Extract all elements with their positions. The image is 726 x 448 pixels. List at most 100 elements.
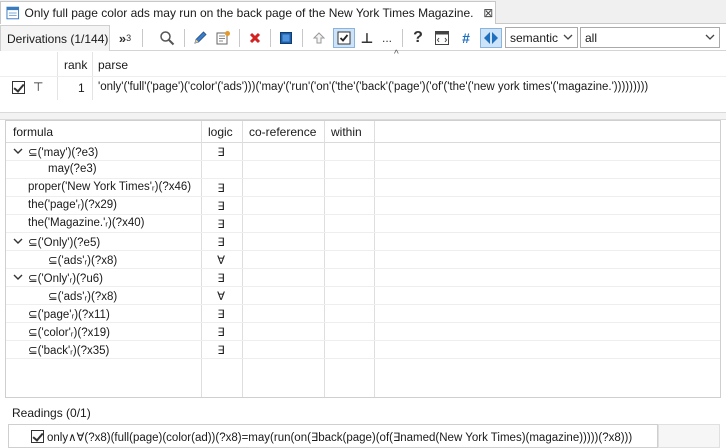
logic-cell: ∃ (217, 147, 225, 159)
tab-derivations-label: Derivations (1/144) (7, 31, 109, 46)
toolbar-separator (302, 29, 303, 47)
superscript-button[interactable]: » 3 (114, 28, 136, 48)
column-header-rank[interactable]: rank (64, 58, 87, 72)
annotate-button[interactable] (213, 28, 233, 48)
formula-row[interactable]: ⊆('back'ᵣ)(?x35) ∃ (6, 341, 720, 359)
turnstile-button[interactable]: ⊥ (358, 28, 376, 48)
formula-row[interactable]: ⊆('color'ᵣ)(?x19) ∃ (6, 323, 720, 341)
formula-cell: ⊆('may')(?e3) (28, 147, 99, 159)
formula-table-header: formula logic co-reference within (6, 121, 720, 143)
search-icon (160, 31, 175, 46)
toolbar-separator (142, 29, 143, 47)
document-icon (6, 6, 20, 20)
editor-tab-title: Only full page color ads may run on the … (24, 6, 474, 20)
superscript-sub: 3 (126, 33, 132, 43)
logic-cell: ∃ (217, 327, 225, 339)
formula-cell: the('Magazine.'ᵣ)(?x40) (28, 217, 145, 229)
move-up-button[interactable] (309, 28, 329, 48)
toolbar-separator (270, 29, 271, 47)
formula-cell: proper('New York Times'ᵣ)(?x46) (28, 181, 192, 193)
column-header-formula[interactable]: formula (13, 125, 53, 139)
split-view-button[interactable] (480, 28, 502, 48)
more-button[interactable]: ... (378, 28, 396, 48)
stop-icon (280, 32, 292, 44)
top-marker-icon: ⊤ (33, 80, 44, 94)
filter-select-value: all (585, 30, 598, 45)
delete-icon (249, 32, 261, 44)
formula-cell: ⊆('Only'ᵣ)(?u6) (28, 273, 103, 285)
formula-row[interactable]: ⊆('may')(?e3) ∃ (6, 143, 720, 161)
editor-tab[interactable]: Only full page color ads may run on the … (0, 1, 496, 24)
logic-cell: ∀ (217, 291, 225, 303)
formula-cell: ⊆('page'ᵣ)(?x11) (28, 309, 110, 321)
chevron-down-icon[interactable] (13, 236, 23, 246)
turnstile-icon: ⊥ (360, 29, 374, 46)
edit-button[interactable] (190, 28, 210, 48)
logic-cell: ∀ (217, 255, 225, 267)
editor-tab-strip: Only full page color ads may run on the … (0, 0, 726, 24)
toolbar-separator (239, 29, 240, 47)
parse-row[interactable]: ⊤ 1 'only'('full'('page')('color'('ads')… (0, 76, 726, 98)
check-toggle-button[interactable] (333, 28, 355, 48)
formula-cell: ⊆('back'ᵣ)(?x35) (28, 345, 110, 357)
mode-select[interactable]: semantic (505, 27, 578, 48)
split-arrows-icon (484, 32, 498, 44)
logic-cell: ∃ (217, 237, 225, 249)
delete-button[interactable] (245, 28, 265, 48)
parse-rank: 1 (78, 81, 85, 95)
formula-cell: ⊆('ads'ᵣ)(?x8) (48, 291, 118, 303)
readings-scrollbar[interactable] (658, 424, 720, 448)
toolbar-separator (184, 29, 185, 47)
superscript-label: » (118, 30, 127, 46)
formula-cell: ⊆('Only')(?e5) (28, 237, 101, 249)
reading-checkbox[interactable] (31, 430, 44, 443)
parse-row-checkbox[interactable] (12, 81, 25, 94)
more-label: ... (381, 31, 392, 45)
formula-row[interactable]: ⊆('page'ᵣ)(?x11) ∃ (6, 305, 720, 323)
help-icon: ? (413, 29, 423, 46)
pane-splitter[interactable] (0, 112, 726, 120)
hash-button[interactable]: # (457, 28, 475, 48)
formula-cell: ⊆('color'ᵣ)(?x19) (28, 327, 110, 339)
formula-row[interactable]: ⊆('ads'ᵣ)(?x8) ∀ (6, 287, 720, 305)
formula-cell: may(?e3) (48, 163, 97, 175)
window-icon (435, 31, 449, 45)
parse-text: 'only'('full'('page')('color'('ads')))('… (98, 81, 649, 93)
formula-row[interactable]: the('page'ᵣ)(?x29) ∃ (6, 197, 720, 215)
hash-icon: # (462, 30, 470, 46)
help-button[interactable]: ? (409, 28, 427, 48)
close-tab-icon[interactable]: ⊠ (481, 6, 495, 20)
filter-select[interactable]: all (580, 27, 720, 48)
reading-item[interactable]: only∧∀(?x8)(full(page)(color(ad))(?x8)=m… (8, 424, 658, 448)
tab-derivations[interactable]: Derivations (1/144) (0, 25, 110, 51)
formula-row[interactable]: ⊆('Only')(?e5) ∃ (6, 233, 720, 251)
chevron-down-icon[interactable] (13, 146, 23, 156)
logic-cell: ∃ (217, 183, 225, 195)
formula-table: formula logic co-reference within ⊆('may… (5, 120, 721, 398)
logic-cell: ∃ (217, 345, 225, 357)
search-button[interactable] (157, 28, 177, 48)
formula-row[interactable]: ⊆('Only'ᵣ)(?u6) ∃ (6, 269, 720, 287)
formula-row[interactable]: may(?e3) (6, 161, 720, 179)
pencil-icon (194, 31, 207, 44)
stop-button[interactable] (276, 28, 296, 48)
arrow-up-icon (312, 32, 326, 44)
parse-table-header: rank parse (0, 52, 726, 76)
toolbar: Derivations (1/144) » 3 ⊥ ... ? # semant… (0, 24, 726, 51)
formula-row[interactable]: ⊆('ads'ᵣ)(?x8) ∀ (6, 251, 720, 269)
column-header-within[interactable]: within (331, 125, 362, 139)
chevron-down-icon[interactable] (13, 272, 23, 282)
column-header-coreference[interactable]: co-reference (249, 125, 316, 139)
column-header-parse[interactable]: parse (98, 58, 128, 72)
column-header-logic[interactable]: logic (208, 125, 233, 139)
readings-label: Readings (0/1) (12, 406, 91, 420)
window-button[interactable] (432, 28, 452, 48)
formula-row[interactable]: the('Magazine.'ᵣ)(?x40) ∃ (6, 215, 720, 233)
logic-cell: ∃ (217, 201, 225, 213)
formula-row[interactable]: proper('New York Times'ᵣ)(?x46) ∃ (6, 179, 720, 197)
logic-cell: ∃ (217, 273, 225, 285)
reading-text: only∧∀(?x8)(full(page)(color(ad))(?x8)=m… (47, 432, 633, 444)
logic-cell: ∃ (217, 309, 225, 321)
toolbar-separator (402, 29, 403, 47)
chevron-down-icon (705, 34, 715, 40)
